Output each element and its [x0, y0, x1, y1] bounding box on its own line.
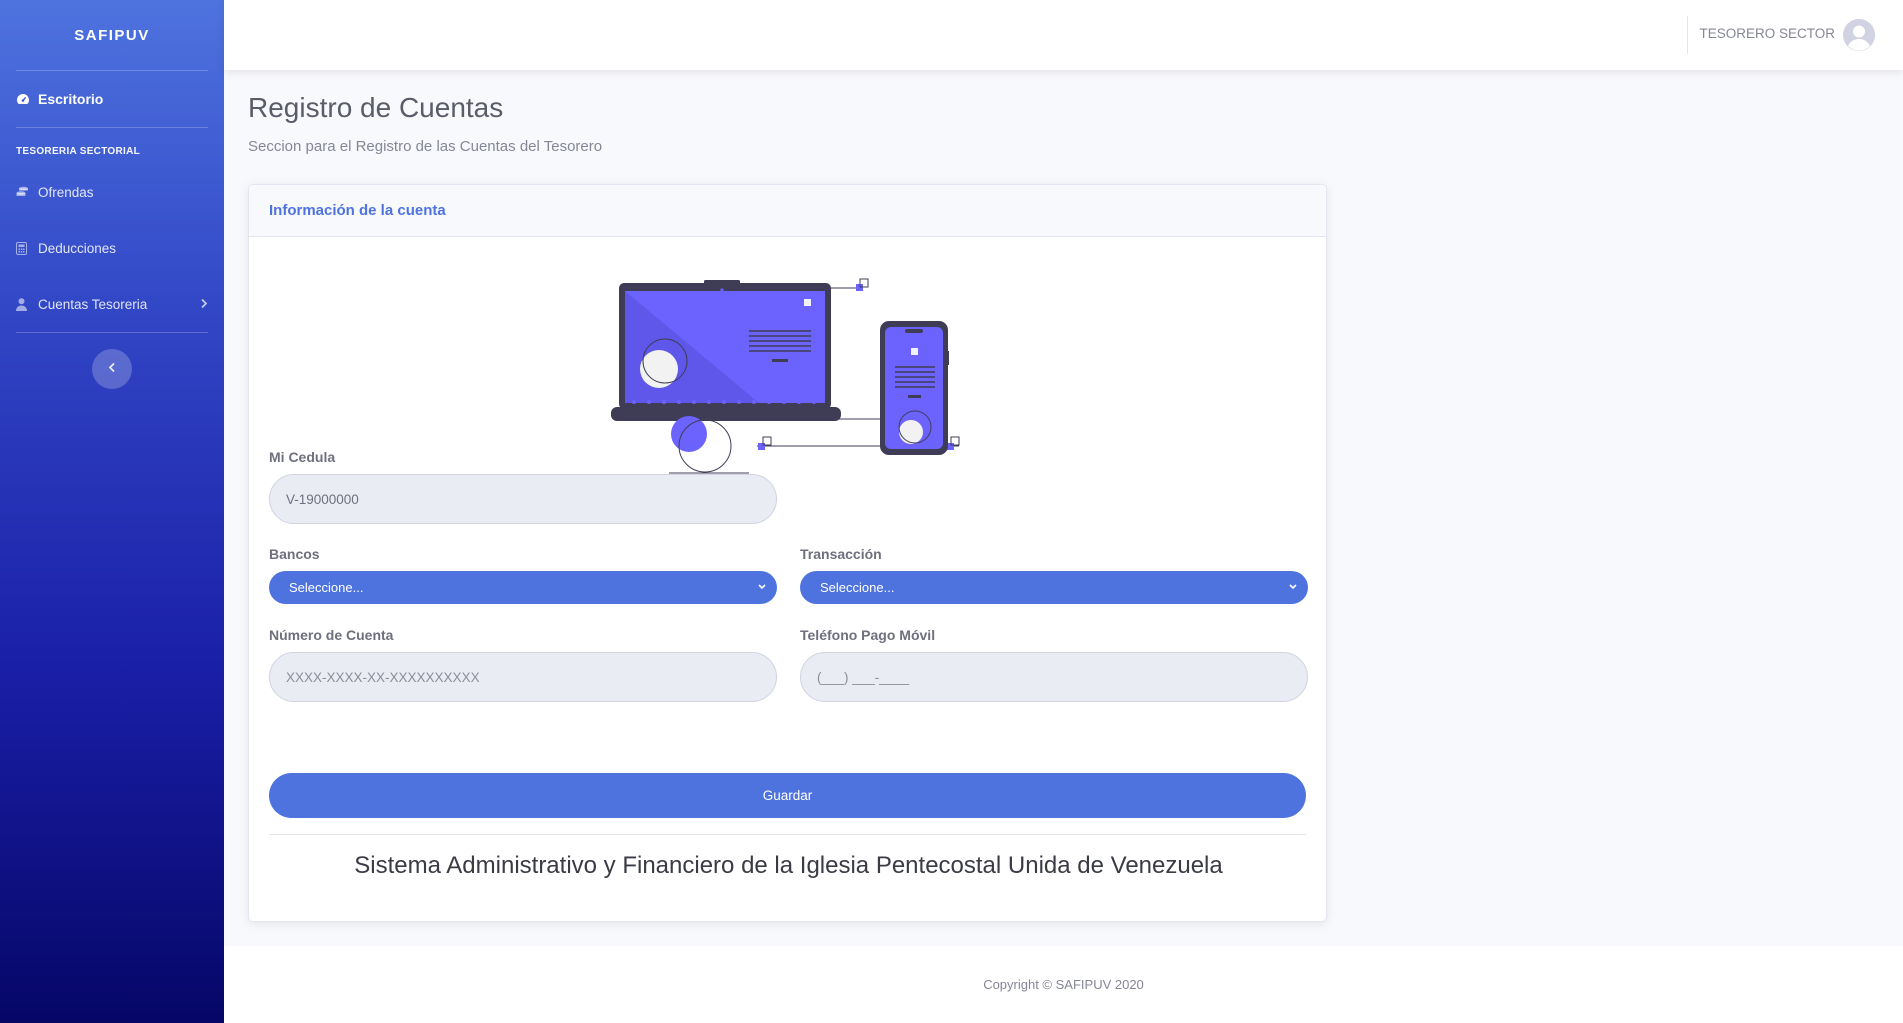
sidebar-item-label: Cuentas Tesoreria — [38, 296, 148, 312]
sidebar-item-label: Escritorio — [38, 91, 104, 107]
chevron-down-icon — [1288, 580, 1298, 597]
bancos-select[interactable]: Seleccione... — [269, 571, 777, 604]
tachometer-icon — [16, 93, 32, 105]
footer: Copyright © SAFIPUV 2020 — [224, 946, 1903, 1023]
transaccion-select[interactable]: Seleccione... — [800, 571, 1308, 604]
brand-logo-text[interactable]: SAFIPUV — [0, 0, 224, 70]
laptop-and-phone-illustration — [611, 278, 960, 474]
copyright-text: Copyright © SAFIPUV 2020 — [983, 977, 1144, 992]
user-circle-icon[interactable] — [1843, 19, 1875, 51]
account-info-card: Información de la cuenta Mi Cedula V-190… — [248, 184, 1327, 922]
sidebar-section-heading: TESORERIA SECTORIAL — [16, 146, 141, 157]
chevron-left-icon — [108, 360, 116, 378]
telefono-input[interactable]: (___) ___-____ — [800, 652, 1308, 702]
sidebar-item-deducciones[interactable]: Deducciones — [0, 220, 224, 276]
numero-cuenta-input[interactable]: XXXX-XXXX-XX-XXXXXXXXXX — [269, 652, 777, 702]
sidebar-item-label: Deducciones — [38, 240, 117, 256]
user-name[interactable]: TESORERO SECTOR — [1699, 26, 1835, 41]
user-tie-icon — [16, 297, 32, 311]
transaccion-label: Transacción — [800, 546, 882, 562]
card-divider — [269, 834, 1306, 835]
bancos-label: Bancos — [269, 546, 320, 562]
sidebar-item-label: Ofrendas — [38, 184, 94, 200]
sidebar: SAFIPUV Escritorio TESORERIA SECTORIAL O… — [0, 0, 224, 1023]
sidebar-item-ofrendas[interactable]: Ofrendas — [0, 164, 224, 220]
page-subtitle: Seccion para el Registro de las Cuentas … — [248, 138, 603, 155]
transaccion-selected-value: Seleccione... — [820, 580, 895, 595]
save-button[interactable]: Guardar — [269, 773, 1306, 818]
cedula-field[interactable]: V-19000000 — [269, 474, 777, 524]
system-name: Sistema Administrativo y Financiero de l… — [354, 852, 1223, 879]
coins-icon — [16, 186, 32, 198]
topbar: TESORERO SECTOR — [224, 0, 1903, 70]
sidebar-divider — [16, 332, 208, 333]
telefono-label: Teléfono Pago Móvil — [800, 627, 936, 643]
chevron-right-icon — [200, 297, 208, 312]
sidebar-item-cuentas-tesoreria[interactable]: Cuentas Tesoreria — [0, 276, 224, 332]
cedula-label: Mi Cedula — [269, 449, 336, 465]
sidebar-toggle-button[interactable] — [92, 349, 132, 389]
chevron-down-icon — [757, 580, 767, 597]
topbar-divider — [1687, 16, 1688, 54]
sidebar-item-escritorio[interactable]: Escritorio — [0, 71, 224, 127]
card-header: Información de la cuenta — [249, 185, 1326, 237]
bancos-selected-value: Seleccione... — [289, 580, 364, 595]
numero-cuenta-label: Número de Cuenta — [269, 627, 394, 643]
page-title: Registro de Cuentas — [248, 92, 504, 123]
calculator-icon — [16, 241, 32, 255]
